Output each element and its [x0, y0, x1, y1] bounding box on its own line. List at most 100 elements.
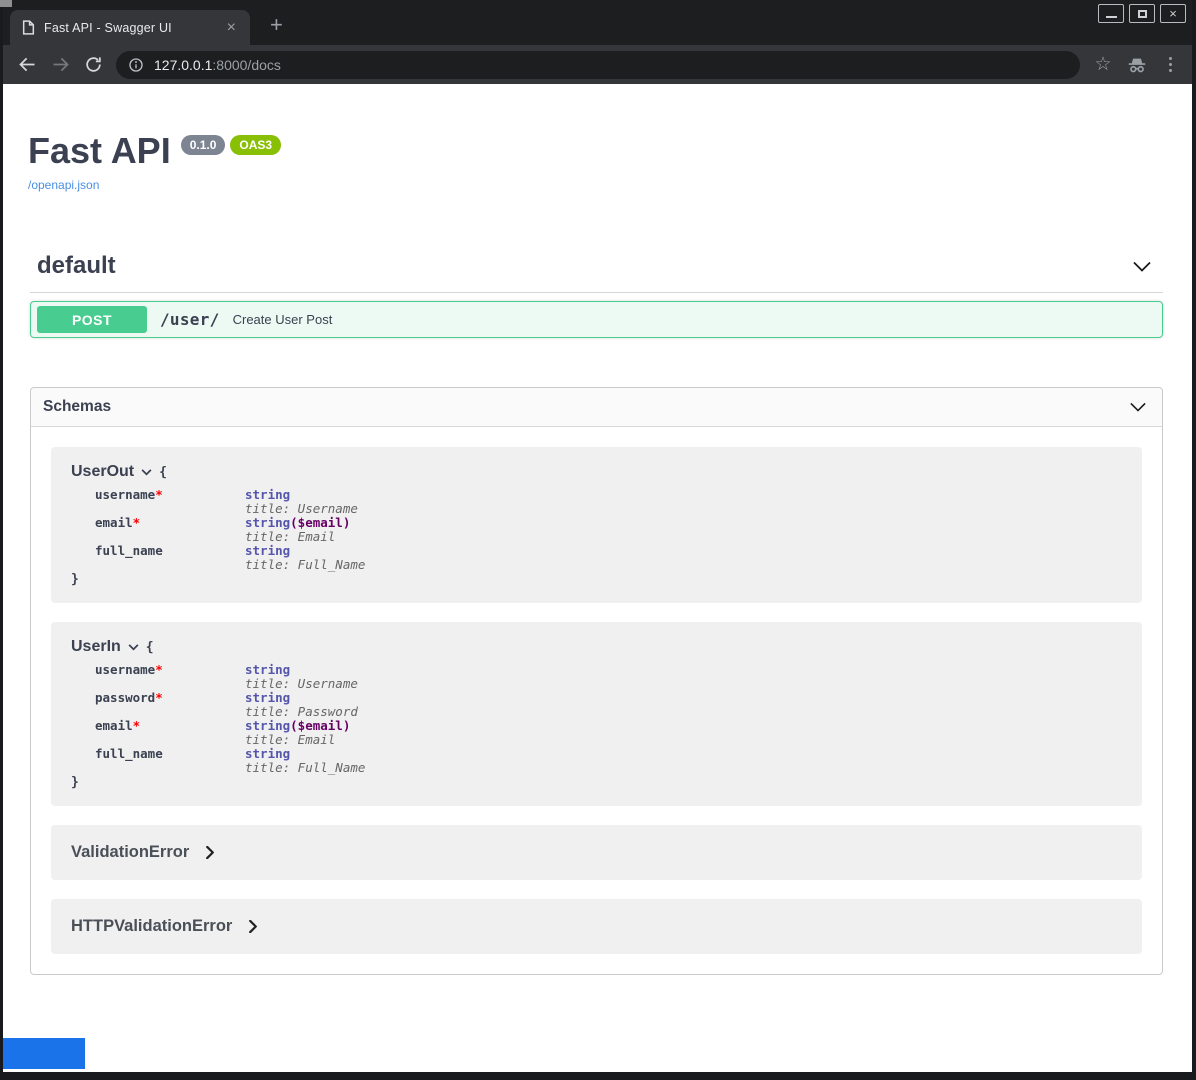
close-brace: }	[71, 775, 1122, 790]
property-row: password* stringtitle: Password	[95, 691, 365, 719]
open-brace: {	[159, 465, 167, 480]
prop-title: title: Password	[245, 705, 365, 719]
post-user-endpoint[interactable]: POST /user/ Create User Post	[30, 301, 1163, 338]
model-properties: username* stringtitle: Username password…	[95, 663, 365, 775]
model-validationerror[interactable]: ValidationError	[51, 825, 1142, 880]
prop-type: string	[245, 662, 290, 677]
reload-button[interactable]	[77, 49, 110, 81]
minimize-button[interactable]	[1098, 4, 1124, 23]
version-badge: 0.1.0	[181, 135, 226, 155]
model-userin-header[interactable]: UserIn {	[71, 638, 1122, 656]
prop-title: title: Email	[245, 530, 365, 544]
prop-type: string	[245, 543, 290, 558]
endpoint-summary: Create User Post	[233, 312, 333, 327]
oas3-badge: OAS3	[230, 135, 281, 155]
browser-menu-icon[interactable]	[1156, 53, 1184, 76]
required-star: *	[133, 718, 141, 733]
chevron-right-icon	[249, 920, 257, 933]
post-method-badge: POST	[37, 306, 147, 333]
openapi-spec-link[interactable]: /openapi.json	[28, 178, 99, 192]
swagger-page: Fast API 0.1.0 OAS3 /openapi.json defaul…	[3, 84, 1192, 1072]
model-httpvalidationerror[interactable]: HTTPValidationError	[51, 899, 1142, 954]
chevron-down-icon[interactable]	[1130, 402, 1146, 412]
bookmark-star-icon[interactable]: ☆	[1088, 55, 1118, 74]
window-controls: ×	[1098, 4, 1186, 23]
prop-type: string	[245, 487, 290, 502]
model-userout: UserOut { username* stringtitle: Usernam…	[51, 447, 1142, 603]
model-userin: UserIn { username* stringtitle: Username	[51, 622, 1142, 806]
schemas-title: Schemas	[43, 398, 111, 416]
back-button[interactable]	[11, 49, 44, 81]
property-row: username* stringtitle: Username	[95, 488, 365, 516]
prop-name: username	[95, 662, 155, 677]
api-title: Fast API	[28, 132, 171, 170]
required-star: *	[155, 690, 163, 705]
model-name: UserOut	[71, 463, 134, 481]
default-tag-header[interactable]: default	[30, 252, 1163, 293]
open-brace: {	[146, 640, 154, 655]
new-tab-button[interactable]: +	[264, 12, 289, 38]
property-row: full_name stringtitle: Full_Name	[95, 544, 365, 572]
model-name: ValidationError	[71, 843, 189, 862]
model-properties: username* stringtitle: Username email* s…	[95, 488, 365, 572]
url-text: 127.0.0.1:8000/docs	[154, 57, 281, 73]
status-bubble	[3, 1038, 85, 1069]
property-row: full_name stringtitle: Full_Name	[95, 747, 365, 775]
default-tag-section: default POST /user/ Create User Post	[30, 252, 1163, 338]
prop-name: full_name	[95, 543, 163, 558]
model-userout-header[interactable]: UserOut {	[71, 463, 1122, 481]
prop-title: title: Username	[245, 677, 365, 691]
browser-tab[interactable]: Fast API - Swagger UI ×	[10, 10, 250, 45]
prop-title: title: Username	[245, 502, 365, 516]
prop-name: full_name	[95, 746, 163, 761]
chevron-down-icon[interactable]	[1133, 261, 1151, 272]
tab-strip: Fast API - Swagger UI × + ×	[3, 0, 1192, 45]
prop-type: string	[245, 690, 290, 705]
browser-toolbar: 127.0.0.1:8000/docs ☆	[3, 45, 1192, 84]
property-row: username* stringtitle: Username	[95, 663, 365, 691]
endpoint-path: /user/	[160, 310, 220, 329]
prop-title: title: Email	[245, 733, 365, 747]
chevron-right-icon	[206, 846, 214, 859]
chevron-down-icon[interactable]	[141, 469, 152, 476]
prop-name: password	[95, 690, 155, 705]
chevron-down-icon[interactable]	[128, 644, 139, 651]
required-star: *	[155, 487, 163, 502]
page-document-icon	[22, 20, 35, 35]
screen-corner-artifact	[0, 0, 12, 7]
url-path: :8000/docs	[212, 57, 281, 73]
incognito-icon	[1118, 54, 1156, 76]
prop-title: title: Full_Name	[245, 761, 365, 775]
site-info-icon[interactable]	[128, 57, 144, 73]
maximize-icon	[1138, 10, 1147, 18]
prop-name: email	[95, 718, 133, 733]
schemas-header[interactable]: Schemas	[31, 388, 1162, 427]
prop-type: string	[245, 718, 290, 733]
close-window-button[interactable]: ×	[1160, 4, 1186, 23]
prop-title: title: Full_Name	[245, 558, 365, 572]
prop-type: string	[245, 746, 290, 761]
minimize-icon	[1106, 16, 1117, 18]
tag-name: default	[37, 252, 116, 280]
maximize-button[interactable]	[1129, 4, 1155, 23]
prop-format: ($email)	[290, 718, 350, 733]
model-name: HTTPValidationError	[71, 917, 232, 936]
prop-type: string	[245, 515, 290, 530]
property-row: email* string($email)title: Email	[95, 516, 365, 544]
forward-button[interactable]	[44, 49, 77, 81]
prop-name: username	[95, 487, 155, 502]
prop-format: ($email)	[290, 515, 350, 530]
close-brace: }	[71, 572, 1122, 587]
prop-name: email	[95, 515, 133, 530]
required-star: *	[155, 662, 163, 677]
model-name: UserIn	[71, 638, 121, 656]
schemas-section: Schemas UserOut {	[30, 387, 1163, 975]
api-info: Fast API 0.1.0 OAS3 /openapi.json	[28, 132, 1162, 194]
url-host: 127.0.0.1	[154, 57, 212, 73]
tab-close-icon[interactable]: ×	[223, 18, 240, 38]
address-bar[interactable]: 127.0.0.1:8000/docs	[116, 51, 1080, 79]
required-star: *	[133, 515, 141, 530]
tab-title: Fast API - Swagger UI	[44, 21, 223, 35]
property-row: email* string($email)title: Email	[95, 719, 365, 747]
models-list: UserOut { username* stringtitle: Usernam…	[31, 427, 1162, 974]
